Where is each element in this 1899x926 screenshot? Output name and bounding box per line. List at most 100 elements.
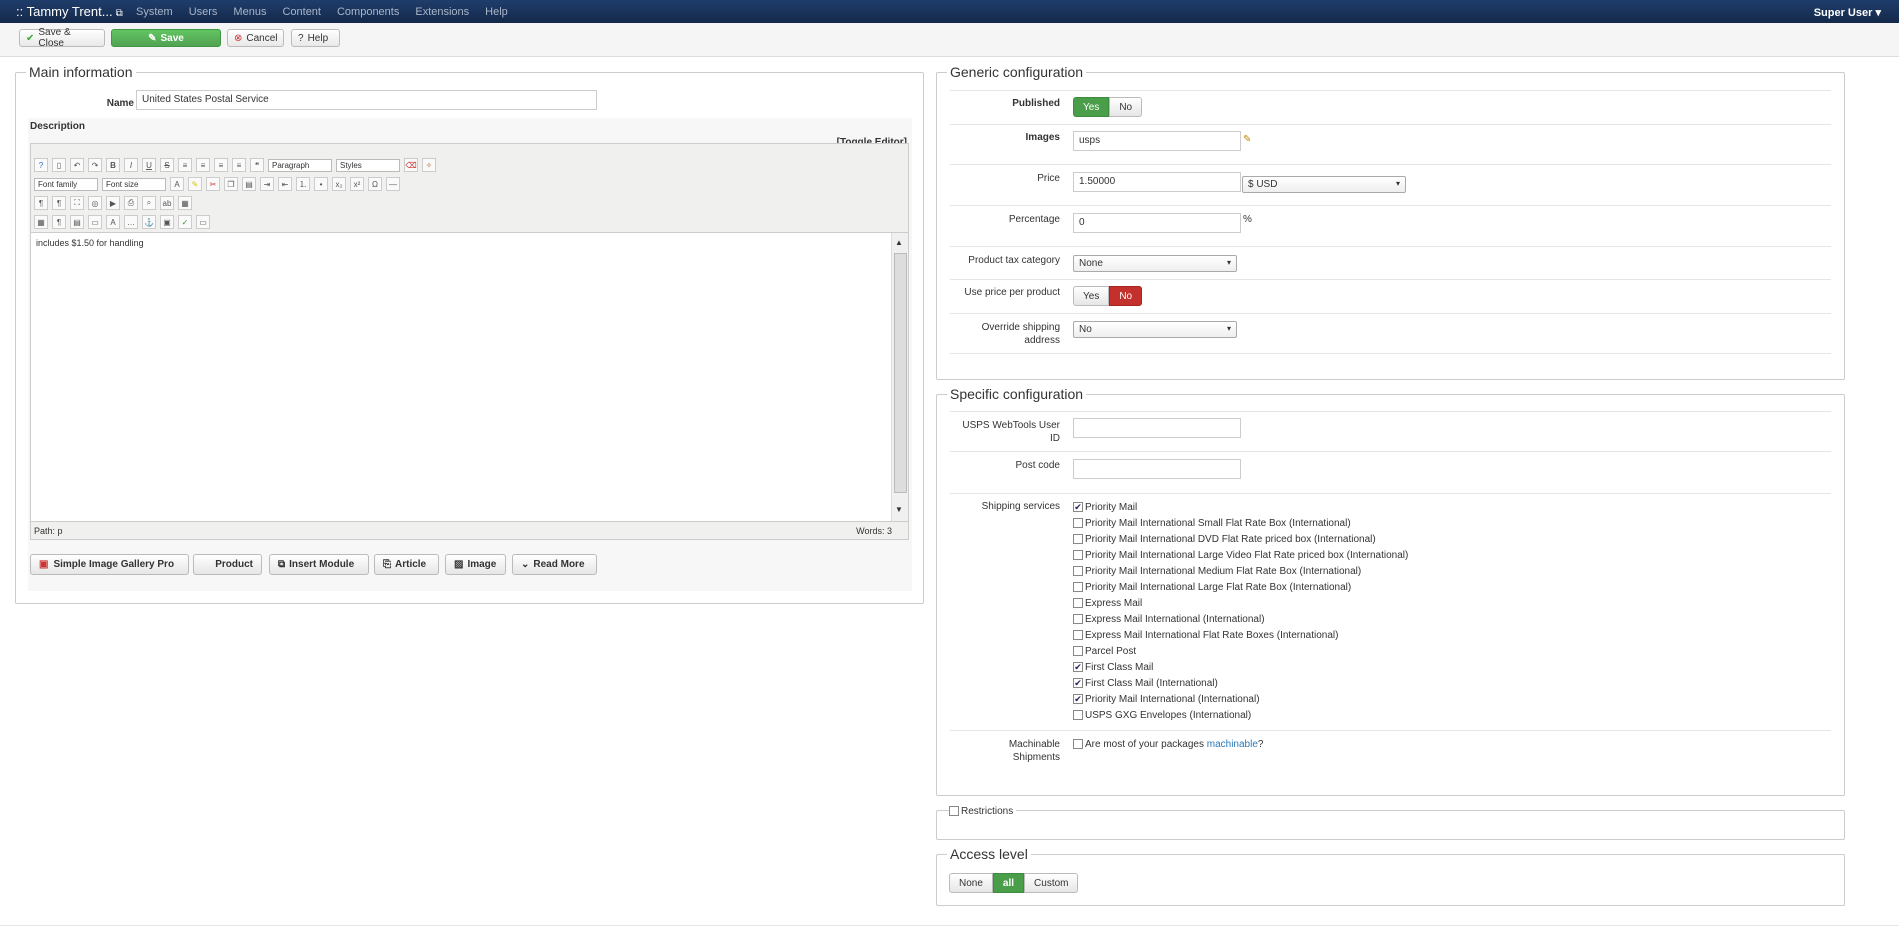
menu-system[interactable]: System	[136, 6, 173, 18]
override-shipping-select[interactable]: No	[1073, 321, 1237, 338]
access-none-button[interactable]: None	[949, 873, 993, 893]
restrictions-checkbox[interactable]	[949, 806, 959, 817]
text-color-icon[interactable]: A	[170, 177, 184, 191]
align-left-icon[interactable]: ≡	[214, 158, 228, 172]
shipping-service-checkbox[interactable]	[1073, 630, 1083, 641]
currency-select[interactable]: $ USD	[1242, 176, 1406, 193]
shipping-service-checkbox[interactable]	[1073, 614, 1083, 625]
highlight-icon[interactable]: ✎	[188, 177, 202, 191]
italic-icon[interactable]: I	[124, 158, 138, 172]
ordered-list-icon[interactable]: ⒈	[296, 177, 310, 191]
help-icon[interactable]: ?	[34, 158, 48, 172]
image-picker-icon[interactable]: ✎	[1243, 134, 1251, 145]
visual-aid-icon[interactable]: ▦	[34, 215, 48, 229]
align-right-icon[interactable]: ≡	[232, 158, 246, 172]
blockquote-icon[interactable]: ❝	[250, 158, 264, 172]
undo-icon[interactable]: ↶	[70, 158, 84, 172]
use-price-yes-button[interactable]: Yes	[1073, 286, 1110, 306]
cancel-button[interactable]: ⊗ Cancel	[227, 29, 284, 47]
template-icon[interactable]: ▤	[70, 215, 84, 229]
indent-icon[interactable]: ⇥	[260, 177, 274, 191]
menu-extensions[interactable]: Extensions	[415, 6, 469, 18]
cleanup-icon[interactable]: ✧	[422, 158, 436, 172]
editor-scrollbar[interactable]: ▲ ▼	[891, 233, 908, 521]
tax-category-select[interactable]: None	[1073, 255, 1237, 272]
font-size-select[interactable]: Font size	[102, 177, 166, 191]
shipping-service-checkbox[interactable]	[1073, 566, 1083, 577]
bold-icon[interactable]: B	[106, 158, 120, 172]
align-center-icon[interactable]: ≡	[196, 158, 210, 172]
insert-module-button[interactable]: ⧉ Insert Module	[269, 554, 369, 575]
new-document-icon[interactable]: ▯	[52, 158, 66, 172]
shipping-service-checkbox[interactable]	[1073, 646, 1083, 657]
shipping-service-checkbox[interactable]: ✔	[1073, 662, 1083, 673]
redo-icon[interactable]: ↷	[88, 158, 102, 172]
anchor-icon[interactable]: ⚓	[142, 215, 156, 229]
menu-menus[interactable]: Menus	[233, 6, 266, 18]
percentage-input[interactable]: 0	[1073, 213, 1241, 233]
shipping-service-checkbox[interactable]	[1073, 550, 1083, 561]
save-close-button[interactable]: ✔ Save & Close	[19, 27, 105, 49]
preview-icon[interactable]: ◎	[88, 196, 102, 210]
paste-icon[interactable]: ▤	[242, 177, 256, 191]
rtl-icon[interactable]: ¶	[52, 196, 66, 210]
scroll-down-icon[interactable]: ▼	[895, 505, 903, 514]
machinable-link[interactable]: machinable	[1207, 739, 1258, 750]
access-all-button[interactable]: all	[992, 873, 1025, 893]
font-family-select[interactable]: Font family	[34, 177, 98, 191]
image-button[interactable]: ▨ Image	[445, 554, 506, 575]
machinable-checkbox[interactable]	[1073, 739, 1083, 750]
superscript-icon[interactable]: x²	[350, 177, 364, 191]
shipping-service-checkbox[interactable]	[1073, 534, 1083, 545]
pagebreak-icon[interactable]: ▭	[196, 215, 210, 229]
access-custom-button[interactable]: Custom	[1024, 873, 1079, 893]
editor-content-area[interactable]: includes $1.50 for handling ▲ ▼	[31, 232, 908, 522]
help-button[interactable]: ? Help	[291, 29, 340, 47]
format-select[interactable]: Paragraph	[268, 158, 332, 172]
image-icon[interactable]: ▣	[160, 215, 174, 229]
horizontal-rule-icon[interactable]: —	[386, 177, 400, 191]
replace-icon[interactable]: ab	[160, 196, 174, 210]
copy-icon[interactable]: ❐	[224, 177, 238, 191]
post-code-input[interactable]	[1073, 459, 1241, 479]
shipping-service-checkbox[interactable]: ✔	[1073, 502, 1083, 513]
published-yes-button[interactable]: Yes	[1073, 97, 1110, 117]
style-icon[interactable]: A	[106, 215, 120, 229]
shipping-service-checkbox[interactable]: ✔	[1073, 678, 1083, 689]
align-justify-icon[interactable]: ≡	[178, 158, 192, 172]
shipping-service-checkbox[interactable]	[1073, 710, 1083, 721]
menu-help[interactable]: Help	[485, 6, 508, 18]
product-button[interactable]: Product	[193, 554, 262, 575]
layer-icon[interactable]: ▭	[88, 215, 102, 229]
ltr-icon[interactable]: ¶	[34, 196, 48, 210]
menu-components[interactable]: Components	[337, 6, 399, 18]
article-button[interactable]: ⎘ Article	[374, 554, 439, 575]
name-input[interactable]: United States Postal Service	[136, 90, 597, 110]
search-icon[interactable]: ⌕	[142, 196, 156, 210]
scroll-up-icon[interactable]: ▲	[895, 238, 903, 247]
media-icon[interactable]: ▶	[106, 196, 120, 210]
special-char-icon[interactable]: Ω	[368, 177, 382, 191]
user-menu[interactable]: Super User ▾	[1814, 6, 1881, 19]
eraser-icon[interactable]: ⌫	[404, 158, 418, 172]
menu-users[interactable]: Users	[189, 6, 218, 18]
fullscreen-icon[interactable]: ⛶	[70, 196, 84, 210]
strikethrough-icon[interactable]: S	[160, 158, 174, 172]
subscript-icon[interactable]: x₂	[332, 177, 346, 191]
use-price-no-button[interactable]: No	[1109, 286, 1143, 306]
abbr-icon[interactable]: …	[124, 215, 138, 229]
published-no-button[interactable]: No	[1109, 97, 1143, 117]
shipping-service-checkbox[interactable]	[1073, 598, 1083, 609]
outdent-icon[interactable]: ⇤	[278, 177, 292, 191]
price-input[interactable]: 1.50000	[1073, 172, 1241, 192]
site-title-link[interactable]: :: Tammy Trent... ⧉	[16, 4, 123, 19]
underline-icon[interactable]: U	[142, 158, 156, 172]
table-icon[interactable]: ▦	[178, 196, 192, 210]
styles-select[interactable]: Styles	[336, 158, 400, 172]
spellcheck-icon[interactable]: ✓	[178, 215, 192, 229]
images-input[interactable]: usps	[1073, 131, 1241, 151]
simple-image-gallery-button[interactable]: ▣ Simple Image Gallery Pro	[30, 554, 189, 575]
shipping-service-checkbox[interactable]: ✔	[1073, 694, 1083, 705]
unordered-list-icon[interactable]: •	[314, 177, 328, 191]
scroll-thumb[interactable]	[894, 253, 907, 493]
